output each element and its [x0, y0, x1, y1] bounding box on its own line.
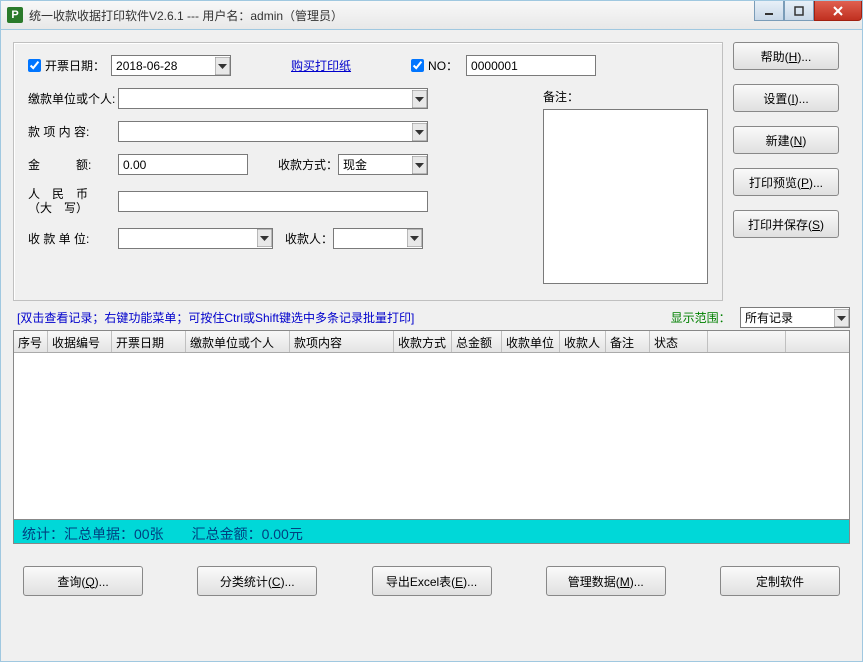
column-header[interactable]: 收款单位	[502, 331, 560, 352]
amount-input[interactable]	[118, 154, 248, 175]
column-header[interactable]: 缴款单位或个人	[186, 331, 290, 352]
payer-label: 缴款单位或个人:	[28, 90, 118, 107]
column-header[interactable]: 收款方式	[394, 331, 452, 352]
remark-textarea[interactable]	[543, 109, 708, 284]
collector-label: 收款人：	[285, 230, 333, 247]
new-button[interactable]: 新建(N)	[733, 126, 839, 154]
unit-combo[interactable]	[118, 228, 273, 249]
no-input[interactable]	[466, 55, 596, 76]
date-label: 开票日期：	[45, 57, 105, 74]
method-combo[interactable]: 现金	[338, 154, 428, 175]
scope-combo[interactable]: 所有记录	[740, 307, 850, 328]
date-checkbox[interactable]	[28, 59, 41, 72]
date-combo[interactable]: 2018-06-28	[111, 55, 231, 76]
minimize-button[interactable]	[754, 1, 784, 21]
column-header[interactable]: 款项内容	[290, 331, 394, 352]
stats-button[interactable]: 分类统计(C)...	[197, 566, 317, 596]
summary-bar: 统计：汇总单据：00张 汇总金额：0.00元	[13, 520, 850, 544]
item-label: 款 项 内 容:	[28, 123, 118, 140]
no-checkbox[interactable]	[411, 59, 424, 72]
column-header[interactable]: 序号	[14, 331, 48, 352]
rmb-input[interactable]	[118, 191, 428, 212]
export-button[interactable]: 导出Excel表(E)...	[372, 566, 492, 596]
no-label: NO：	[428, 57, 458, 74]
window-title: 统一收款收据打印软件V2.6.1 --- 用户名：admin（管理员）	[29, 7, 343, 24]
payer-combo[interactable]	[118, 88, 428, 109]
rmb-label-1: 人 民 币	[28, 187, 118, 201]
column-header[interactable]: 开票日期	[112, 331, 186, 352]
print-preview-button[interactable]: 打印预览(P)...	[733, 168, 839, 196]
scope-label: 显示范围：	[671, 311, 731, 325]
help-button[interactable]: 帮助(H)...	[733, 42, 839, 70]
manage-button[interactable]: 管理数据(M)...	[546, 566, 666, 596]
column-header[interactable]	[708, 331, 786, 352]
side-button-panel: 帮助(H)... 设置(I)... 新建(N) 打印预览(P)... 打印并保存…	[733, 42, 839, 301]
column-header[interactable]: 状态	[650, 331, 708, 352]
item-combo[interactable]	[118, 121, 428, 142]
maximize-button[interactable]	[784, 1, 814, 21]
column-header[interactable]: 收据编号	[48, 331, 112, 352]
collector-combo[interactable]	[333, 228, 423, 249]
print-save-button[interactable]: 打印并保存(S)	[733, 210, 839, 238]
settings-button[interactable]: 设置(I)...	[733, 84, 839, 112]
form-panel: 开票日期： 2018-06-28 购买打印纸 NO： 缴款单位或个人: 款 项 …	[13, 42, 723, 301]
grid-body	[14, 353, 849, 503]
column-header[interactable]: 收款人	[560, 331, 606, 352]
titlebar: P 统一收款收据打印软件V2.6.1 --- 用户名：admin（管理员）	[0, 0, 863, 30]
column-header[interactable]: 总金额	[452, 331, 502, 352]
custom-button[interactable]: 定制软件	[720, 566, 840, 596]
hint-text: [双击查看记录；右键功能菜单；可按住Ctrl或Shift键选中多条记录批量打印]	[17, 309, 414, 326]
unit-label: 收 款 单 位:	[28, 230, 118, 247]
amount-label: 金 额:	[28, 156, 118, 173]
remark-label: 备注：	[543, 90, 579, 104]
records-grid[interactable]: 序号收据编号开票日期缴款单位或个人款项内容收款方式总金额收款单位收款人备注状态	[13, 330, 850, 520]
buy-paper-link[interactable]: 购买打印纸	[291, 57, 351, 74]
close-button[interactable]	[814, 1, 862, 21]
grid-header: 序号收据编号开票日期缴款单位或个人款项内容收款方式总金额收款单位收款人备注状态	[14, 331, 849, 353]
rmb-label-2: （大 写）	[28, 201, 118, 215]
app-icon: P	[7, 7, 23, 23]
column-header[interactable]: 备注	[606, 331, 650, 352]
method-label: 收款方式：	[278, 156, 338, 173]
query-button[interactable]: 查询(Q)...	[23, 566, 143, 596]
